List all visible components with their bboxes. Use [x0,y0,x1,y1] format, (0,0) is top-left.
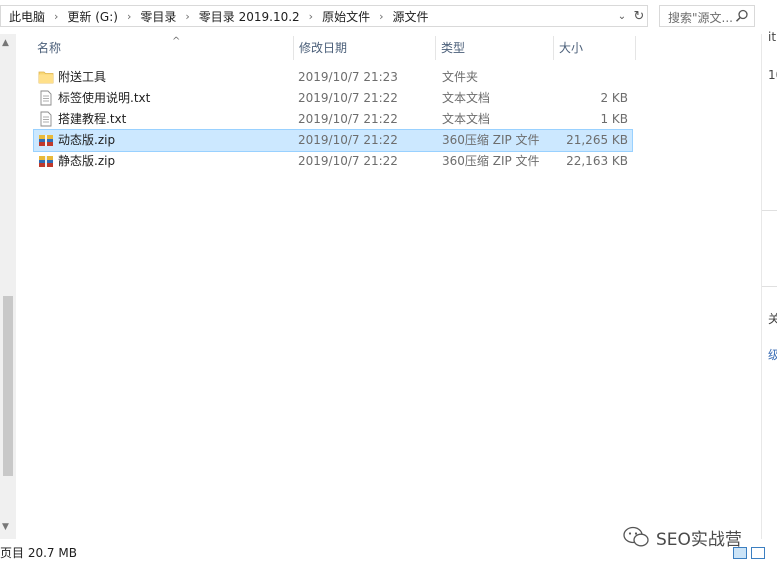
file-size: 22,163 KB [566,154,628,168]
search-icon[interactable] [734,8,750,24]
sort-ascending-icon: ^ [172,36,181,47]
chevron-right-icon[interactable]: › [178,10,196,23]
edge-text: it [768,30,777,44]
details-view-icon[interactable] [733,547,747,559]
chevron-down-icon[interactable]: ⌄ [615,6,629,26]
breadcrumb: 此电脑 › 更新 (G:) › 零目录 › 零目录 2019.10.2 › 原始… [7,6,431,26]
search-placeholder: 搜索"源文... [668,11,733,25]
edge-text: 关 [768,312,777,326]
status-text: 页目 20.7 MB [0,546,77,560]
column-header-size[interactable]: 大小 [554,34,636,62]
watermark-text: SEO实战营 [656,529,742,550]
file-type: 文本文档 [442,91,491,105]
text-file-icon [40,90,52,106]
breadcrumb-this-pc[interactable]: 此电脑 [7,8,47,25]
nav-pane-scrollbar[interactable]: ▲ ▼ [0,34,16,539]
divider [762,210,777,211]
breadcrumb-folder-1[interactable]: 零目录 [138,8,178,25]
chevron-right-icon[interactable]: › [372,10,390,23]
file-type: 文本文档 [442,112,491,126]
file-size: 2 KB [600,91,628,105]
file-date: 2019/10/7 21:22 [298,154,398,168]
refresh-icon[interactable]: ↻ [631,6,647,26]
column-header-date[interactable]: 修改日期 [294,34,436,62]
column-header-row: ^ 名称 修改日期 类型 大小 [16,34,636,62]
file-name: 静态版.zip [58,154,116,168]
file-name: 搭建教程.txt [58,112,127,126]
list-item[interactable]: 搭建教程.txt 2019/10/7 21:22 文本文档 1 KB [34,109,632,130]
view-toggle [733,547,765,559]
edge-text: 10 [768,68,777,82]
file-date: 2019/10/7 21:23 [298,70,398,84]
file-name: 动态版.zip [58,133,116,147]
scroll-down-icon[interactable]: ▼ [2,522,9,532]
chevron-right-icon[interactable]: › [302,10,320,23]
search-input[interactable]: 搜索"源文... [659,5,755,27]
large-icons-view-icon[interactable] [751,547,765,559]
file-type: 360压缩 ZIP 文件 [442,154,540,168]
watermark: SEO实战营 [622,523,742,551]
list-item[interactable]: 静态版.zip 2019/10/7 21:22 360压缩 ZIP 文件 22,… [34,151,632,172]
scroll-up-icon[interactable]: ▲ [2,38,9,48]
file-date: 2019/10/7 21:22 [298,91,398,105]
file-date: 2019/10/7 21:22 [298,112,398,126]
file-name: 附送工具 [58,70,107,84]
chevron-right-icon[interactable]: › [120,10,138,23]
edge-text: 级 [768,348,777,362]
breadcrumb-folder-2[interactable]: 零目录 2019.10.2 [197,8,302,25]
breadcrumb-folder-3[interactable]: 原始文件 [320,8,372,25]
list-item[interactable]: 标签使用说明.txt 2019/10/7 21:22 文本文档 2 KB [34,88,632,109]
address-bar[interactable]: 此电脑 › 更新 (G:) › 零目录 › 零目录 2019.10.2 › 原始… [0,5,648,27]
folder-icon [38,71,54,84]
list-item[interactable]: 附送工具 2019/10/7 21:23 文件夹 [34,67,632,88]
wechat-icon [623,526,649,547]
breadcrumb-drive[interactable]: 更新 (G:) [65,8,120,25]
file-name: 标签使用说明.txt [58,91,151,105]
text-file-icon [40,111,52,127]
column-header-type[interactable]: 类型 [436,34,554,62]
divider [762,286,777,287]
address-bar-row: 此电脑 › 更新 (G:) › 零目录 › 零目录 2019.10.2 › 原始… [0,0,777,34]
breadcrumb-current[interactable]: 源文件 [391,8,431,25]
file-type: 文件夹 [442,70,479,84]
file-type: 360压缩 ZIP 文件 [442,133,540,147]
file-date: 2019/10/7 21:22 [298,133,398,147]
file-size: 21,265 KB [566,133,628,147]
zip-archive-icon [39,156,53,167]
file-size: 1 KB [600,112,628,126]
column-header-name[interactable]: ^ 名称 [32,34,294,62]
list-item-selected[interactable]: 动态版.zip 2019/10/7 21:22 360压缩 ZIP 文件 21,… [33,129,633,152]
chevron-right-icon[interactable]: › [47,10,65,23]
file-list: ^ 名称 修改日期 类型 大小 附送工具 2019/10/7 21:23 文件夹 [16,34,761,539]
zip-archive-icon [39,135,53,146]
scrollbar-thumb[interactable] [3,296,13,476]
background-window-edge: it 10 关 级 [761,30,777,539]
